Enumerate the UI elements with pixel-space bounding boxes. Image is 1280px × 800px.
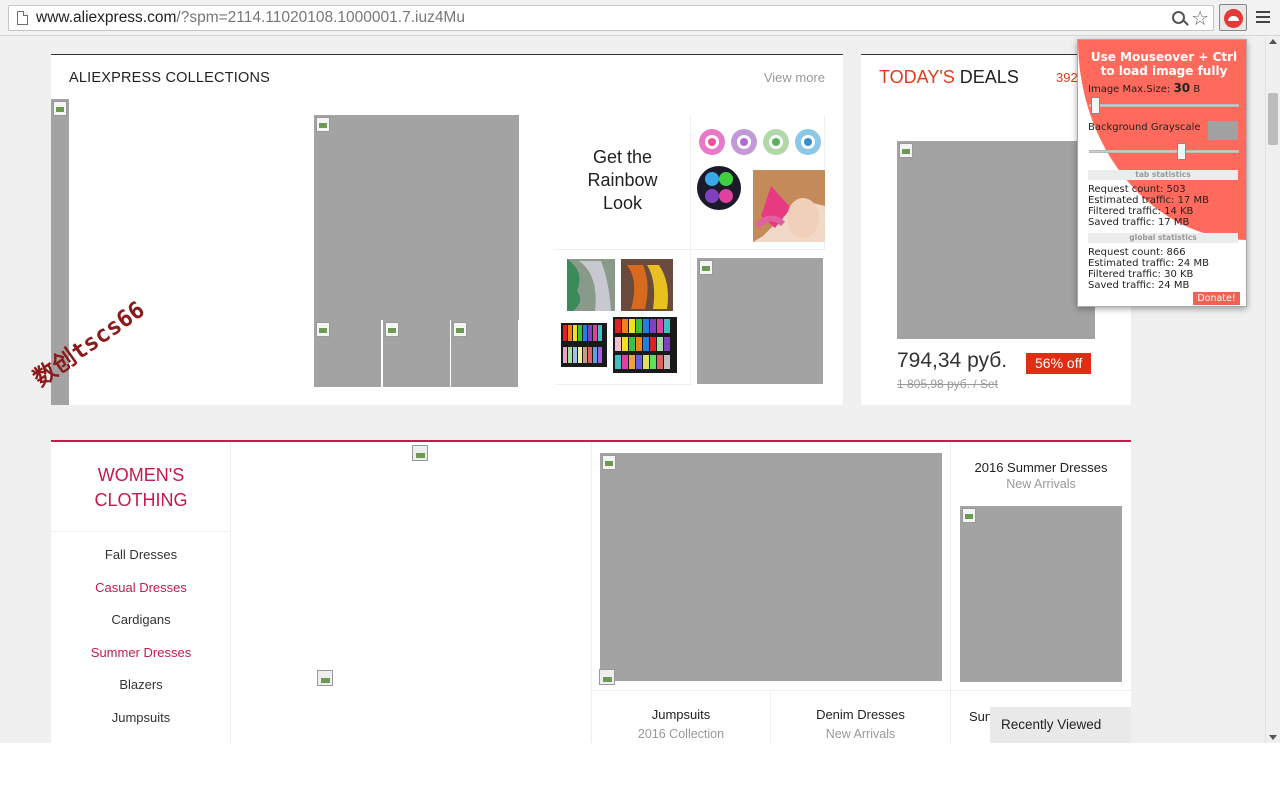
tab-saved-traffic: Saved traffic: 17 MB [1088, 217, 1190, 228]
collections-panel: ALIEXPRESS COLLECTIONS View more Get the… [29, 54, 843, 405]
tab-estimated-traffic: Estimated traffic: 17 MB [1088, 195, 1209, 206]
max-size-label-text: Image Max.Size: [1088, 84, 1174, 95]
donate-button[interactable]: Donate! [1193, 292, 1240, 305]
max-size-slider[interactable] [1089, 104, 1239, 107]
global-filtered-traffic: Filtered traffic: 30 KB [1088, 269, 1194, 280]
global-saved-traffic: Saved traffic: 24 MB [1088, 280, 1190, 291]
url-path: /?spm=2114.11020108.1000001.7.iuz4Mu [176, 9, 465, 26]
browser-menu-icon[interactable] [1256, 11, 1270, 23]
browser-viewport: www.aliexpress.com/?spm=2114.11020108.10… [0, 0, 1280, 743]
women-feature-image[interactable] [600, 453, 942, 681]
womens-sidebar: WOMEN'S CLOTHING Fall Dresses Casual Dre… [51, 442, 231, 743]
todays-deals-title: TODAY'S DEALS [879, 67, 1019, 88]
jumpsuits-title[interactable]: Jumpsuits [592, 707, 770, 722]
url-text[interactable]: www.aliexpress.com/?spm=2114.11020108.10… [36, 9, 465, 27]
hair-chalk-product-image [697, 129, 825, 242]
browser-toolbar: www.aliexpress.com/?spm=2114.11020108.10… [0, 0, 1280, 36]
global-estimated-traffic: Estimated traffic: 24 MB [1088, 258, 1209, 269]
category-jumpsuits[interactable]: Jumpsuits [51, 710, 231, 725]
womens-clothing-title[interactable]: WOMEN'S CLOTHING [51, 463, 231, 513]
view-more-link[interactable]: View more [764, 70, 825, 85]
max-size-unit: B [1190, 84, 1201, 95]
tab-statistics-header: tab statistics [1088, 170, 1238, 180]
grayscale-slider-handle[interactable] [1177, 143, 1186, 160]
category-fall-dresses[interactable]: Fall Dresses [51, 547, 231, 562]
women-title-line-2: CLOTHING [94, 490, 188, 510]
summer-dresses-subtitle: New Arrivals [1006, 477, 1076, 491]
scroll-thumb[interactable] [1268, 93, 1278, 145]
deals-count: 392 [1056, 70, 1078, 85]
max-size-slider-handle[interactable] [1091, 97, 1100, 114]
collection-main-image[interactable] [314, 115, 519, 320]
summer-dresses-title[interactable]: 2016 Summer Dresses [951, 460, 1131, 475]
url-host: www.aliexpress.com [36, 9, 177, 26]
tab-filtered-traffic: Filtered traffic: 14 KB [1088, 206, 1194, 217]
deals-title-rest: DEALS [954, 67, 1019, 87]
summer-dresses-image[interactable] [960, 506, 1122, 682]
image-blocker-popup: Use Mouseover + Ctrl to load image fully… [1077, 39, 1247, 307]
zoom-icon[interactable] [1172, 11, 1185, 24]
page-scrollbar[interactable] [1265, 37, 1280, 743]
grid-divider [591, 442, 592, 743]
tile-text-line-2: Rainbow [587, 170, 658, 190]
sidebar-divider [51, 531, 231, 532]
collections-title-rest: COLLECTIONS [161, 70, 271, 86]
collections-title: ALIEXPRESS COLLECTIONS [69, 70, 270, 86]
bookmark-star-icon[interactable]: ☆ [1191, 6, 1209, 30]
global-request-count: Request count: 866 [1088, 247, 1186, 258]
category-cardigans[interactable]: Cardigans [51, 612, 231, 627]
category-casual-dresses[interactable]: Casual Dresses [51, 580, 231, 595]
collection-thumb-1[interactable] [314, 320, 381, 387]
grayscale-preview [1208, 121, 1238, 140]
broken-image-icon[interactable] [599, 669, 615, 685]
tab-request-count: Request count: 503 [1088, 184, 1186, 195]
deal-price[interactable]: 794,34 руб. [897, 349, 1007, 373]
collections-title-bold: ALIEXPRESS [69, 70, 162, 86]
broken-image-icon[interactable] [317, 670, 333, 686]
chalk-set-tile[interactable] [555, 251, 691, 385]
bottom-blank-area [0, 743, 1280, 800]
category-summer-dresses[interactable]: Summer Dresses [51, 645, 231, 660]
collection-thumb-2[interactable] [383, 320, 450, 387]
denim-dresses-subtitle: New Arrivals [825, 727, 896, 741]
scroll-down-icon[interactable] [1269, 735, 1277, 740]
max-size-value: 30 [1173, 81, 1191, 95]
deals-title-red: TODAY'S [879, 67, 955, 87]
popup-header: Use Mouseover + Ctrl to load image fully [1090, 50, 1238, 78]
grayscale-slider[interactable] [1089, 150, 1239, 153]
global-statistics-header: global statistics [1088, 233, 1238, 243]
recently-viewed-tab[interactable]: Recently Viewed [990, 707, 1131, 743]
chalk-set-product-image [561, 259, 677, 373]
discount-badge: 56% off [1026, 353, 1092, 374]
grayscale-label: Background Grayscale [1088, 122, 1201, 133]
extension-logo-icon [1224, 9, 1243, 28]
tile-text-line-1: Get the [592, 147, 653, 167]
grid-divider [592, 690, 1131, 691]
page-icon [17, 11, 28, 25]
deal-product-image[interactable] [897, 141, 1095, 339]
deal-old-price: 1 805,98 руб. / Set [897, 377, 998, 391]
womens-clothing-panel: WOMEN'S CLOTHING Fall Dresses Casual Dre… [51, 440, 1131, 743]
max-size-label: Image Max.Size: 30 B [1088, 81, 1200, 95]
watermark: 数创tscs66 [28, 296, 150, 393]
extension-button[interactable] [1219, 4, 1247, 31]
broken-image-icon[interactable] [412, 445, 428, 461]
denim-dresses-title[interactable]: Denim Dresses [771, 707, 950, 722]
address-bar[interactable]: www.aliexpress.com/?spm=2114.11020108.10… [8, 5, 1214, 31]
category-blazers[interactable]: Blazers [51, 677, 231, 692]
scroll-up-icon[interactable] [1269, 39, 1277, 44]
women-title-line-1: WOMEN'S [97, 465, 185, 485]
tile-text-line-3: Look [602, 193, 643, 213]
rainbow-look-tile[interactable]: Get the Rainbow Look [555, 116, 691, 250]
collection-thumb-3[interactable] [451, 320, 518, 387]
jumpsuits-subtitle: 2016 Collection [637, 727, 725, 741]
hair-chalk-tile[interactable] [691, 116, 825, 250]
collection-product-image-4[interactable] [697, 258, 823, 384]
